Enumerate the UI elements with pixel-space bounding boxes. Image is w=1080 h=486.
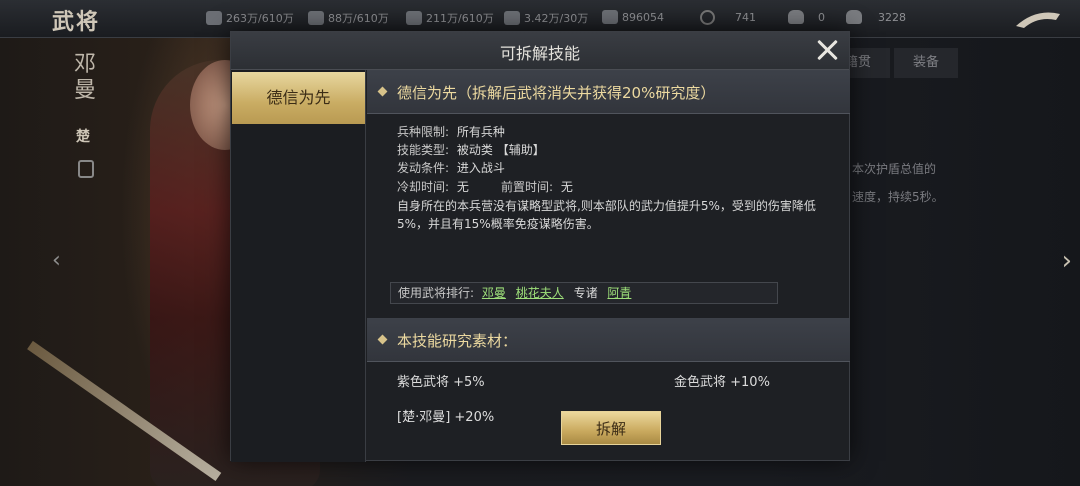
troop-limit-value: 所有兵种 — [456, 125, 505, 139]
dismantle-button[interactable]: 拆解 — [561, 411, 661, 445]
arrow-left-icon[interactable]: ‹ — [52, 248, 61, 273]
close-icon[interactable] — [815, 38, 839, 62]
resource-wood[interactable]: 263万/610万 — [206, 10, 294, 26]
skill-detail-header: 德信为先（拆解后武将消失并获得20%研究度） — [367, 70, 850, 114]
resource-silver-ingot[interactable]: 3228 — [846, 10, 906, 24]
gold-ingot-icon — [788, 10, 804, 24]
precast-value: 无 — [560, 180, 573, 194]
cooldown-row: 冷却时间: 无 — [397, 178, 469, 195]
user-link-zhuanzhu[interactable]: 专诸 — [574, 286, 598, 300]
cooldown-value: 无 — [456, 180, 469, 194]
material-purple: 紫色武将 +5% — [397, 375, 485, 390]
users-ranking-label: 使用武将排行: — [398, 286, 475, 300]
material-specific: [楚·邓曼] +20% — [397, 410, 495, 425]
silver-ingot-icon — [846, 10, 862, 24]
skill-item-dexinweixian[interactable]: 德信为先 — [232, 72, 365, 124]
trigger-value: 进入战斗 — [456, 161, 505, 175]
skill-list: 德信为先 — [231, 70, 366, 462]
precast-row: 前置时间: 无 — [501, 178, 573, 195]
diamond-bullet-icon — [377, 334, 388, 345]
skill-type-value: 被动类 【辅助】 — [456, 143, 545, 157]
arrow-right-icon[interactable]: › — [1062, 246, 1072, 276]
resource-token[interactable]: 896054 — [602, 10, 664, 24]
user-link-taohuafuren[interactable]: 桃花夫人 — [516, 286, 564, 300]
token-icon — [602, 10, 618, 24]
iron-icon — [406, 11, 422, 25]
dialog-header: 可拆解技能 — [231, 32, 849, 70]
resource-value: 0 — [818, 10, 825, 24]
trigger-key: 发动条件: — [397, 161, 450, 175]
materials-header: 本技能研究素材： — [367, 318, 850, 362]
user-link-dengman[interactable]: 邓曼 — [482, 286, 506, 300]
resource-value: 3228 — [878, 10, 906, 24]
resource-value: 896054 — [622, 10, 664, 24]
resource-value: 263万/610万 — [226, 12, 294, 25]
tab-equipment[interactable]: 装备 — [894, 48, 958, 78]
troop-limit-key: 兵种限制: — [397, 125, 450, 139]
back-icon[interactable] — [1010, 4, 1066, 34]
precast-key: 前置时间: — [501, 180, 554, 194]
resource-value: 3.42万/30万 — [524, 12, 589, 25]
users-ranking: 使用武将排行: 邓曼 桃花夫人 专诸 阿青 — [390, 282, 778, 304]
material-gold: 金色武将 +10% — [674, 375, 770, 390]
diamond-bullet-icon — [377, 86, 388, 97]
wood-icon — [206, 11, 222, 25]
resource-value: 88万/610万 — [328, 12, 389, 25]
resource-coin[interactable]: 741 — [700, 10, 756, 25]
resource-gold-ingot[interactable]: 0 — [788, 10, 825, 24]
materials-title: 本技能研究素材： — [397, 332, 518, 350]
grain-icon — [504, 11, 520, 25]
skill-description: 自身所在的本兵营没有谋略型武将,则本部队的武力值提升5%，受到的伤害降低5%，并… — [397, 199, 816, 231]
cooldown-key: 冷却时间: — [397, 180, 450, 194]
lock-icon[interactable] — [78, 160, 94, 178]
resource-iron[interactable]: 211万/610万 — [406, 10, 494, 26]
trigger-row: 发动条件: 进入战斗 — [397, 159, 505, 176]
troop-limit-row: 兵种限制: 所有兵种 — [397, 123, 505, 140]
dialog-title: 可拆解技能 — [499, 44, 580, 63]
skill-type-row: 技能类型: 被动类 【辅助】 — [397, 141, 545, 158]
general-name: 邓曼 — [73, 52, 96, 103]
coin-icon — [700, 10, 715, 25]
skill-detail-panel: 德信为先（拆解后武将消失并获得20%研究度） 兵种限制: 所有兵种 技能类型: … — [367, 70, 850, 462]
resource-stone[interactable]: 88万/610万 — [308, 10, 389, 26]
faction-tag: 楚 — [76, 129, 90, 145]
resource-value: 741 — [735, 11, 756, 24]
stone-icon — [308, 11, 324, 25]
skill-detail-title: 德信为先（拆解后武将消失并获得20%研究度） — [397, 84, 716, 102]
dismantle-skill-dialog: 可拆解技能 德信为先 德信为先（拆解后武将消失并获得20%研究度） 兵种限制: … — [230, 31, 850, 462]
bg-text-1: 本次护盾总值的 — [852, 162, 937, 176]
page-title: 武将 — [52, 9, 101, 35]
user-link-aqing[interactable]: 阿青 — [607, 286, 631, 300]
bg-text-2: 速度，持续5秒。 — [852, 190, 944, 204]
resource-value: 211万/610万 — [426, 12, 494, 25]
skill-type-key: 技能类型: — [397, 143, 450, 157]
resource-grain[interactable]: 3.42万/30万 — [504, 10, 588, 26]
